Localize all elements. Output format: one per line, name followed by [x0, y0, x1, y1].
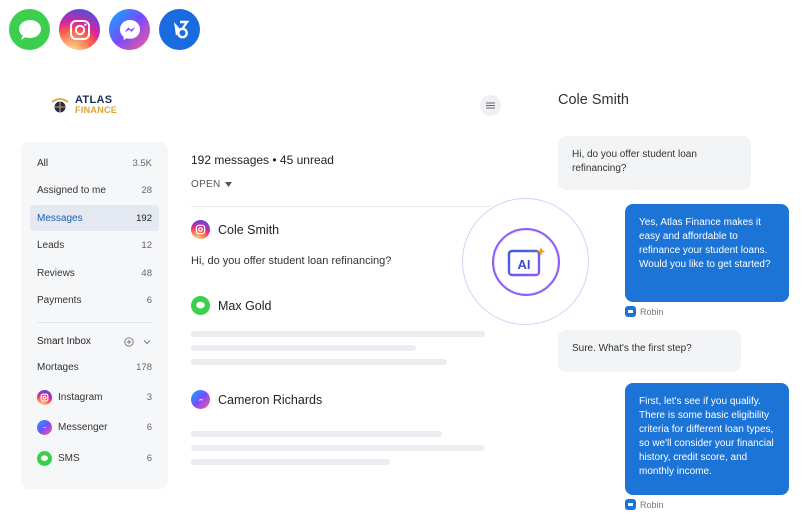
sidebar-item-count: 6	[146, 422, 152, 434]
sidebar-item-reviews[interactable]: Reviews 48	[30, 260, 159, 286]
menu-button[interactable]	[480, 95, 501, 116]
status-filter-dropdown[interactable]: OPEN	[191, 179, 491, 190]
sidebar-item-count: 48	[141, 267, 152, 279]
chat-message-outgoing: Yes, Atlas Finance makes it easy and aff…	[625, 204, 789, 302]
chat-message-incoming: Sure. What's the first step?	[558, 330, 741, 372]
sidebar-item-count: 3.5K	[132, 157, 152, 169]
sender-name: Robin	[640, 306, 664, 317]
sidebar-item-mortages[interactable]: Mortages 178	[30, 355, 159, 381]
sidebar-item-all[interactable]: All 3.5K	[30, 150, 159, 176]
logo-line-1: ATLAS	[75, 94, 113, 106]
sidebar-item-messages[interactable]: Messages 192	[30, 205, 159, 232]
agent-badge-icon	[625, 499, 636, 510]
skeleton-line	[191, 359, 447, 365]
instagram-icon	[37, 389, 52, 405]
sidebar-item-label: SMS	[58, 452, 80, 464]
sidebar-item-count: 192	[136, 212, 152, 224]
sidebar-item-label: Reviews	[37, 267, 75, 279]
sidebar-item-leads[interactable]: Leads 12	[30, 233, 159, 259]
sidebar-item-messenger[interactable]: Messenger 6	[30, 413, 159, 442]
chat-message-outgoing: First, let's see if you qualify. There i…	[625, 383, 789, 495]
hamburger-icon	[486, 102, 495, 109]
skeleton-line	[191, 431, 442, 437]
chevron-down-icon[interactable]	[142, 337, 152, 347]
smart-inbox-label: Smart Inbox	[37, 336, 91, 348]
conversation-name: Cameron Richards	[218, 392, 323, 407]
message-summary: 192 messages • 45 unread	[191, 153, 334, 167]
instagram-icon	[191, 220, 210, 239]
ai-assistant-badge: AI	[462, 198, 589, 325]
sidebar-item-assigned[interactable]: Assigned to me 28	[30, 178, 159, 204]
messenger-icon[interactable]	[109, 9, 150, 50]
sidebar-item-label: Messages	[37, 212, 83, 224]
status-filter-label: OPEN	[191, 179, 221, 190]
conversation-name: Max Gold	[218, 298, 272, 313]
message-sender: Robin	[625, 499, 664, 510]
sidebar: All 3.5K Assigned to me 28 Messages 192 …	[21, 142, 168, 489]
sidebar-item-label: Instagram	[58, 391, 103, 403]
sms-icon	[191, 296, 210, 315]
smart-inbox-header: Smart Inbox	[30, 329, 159, 355]
bluebird-icon[interactable]	[159, 9, 200, 50]
sidebar-item-label: All	[37, 157, 49, 169]
conversation-name: Cole Smith	[218, 222, 280, 237]
sidebar-divider	[37, 321, 152, 323]
sidebar-item-count: 28	[141, 185, 152, 197]
sidebar-item-count: 6	[146, 452, 152, 464]
inbox-header: 192 messages • 45 unread OPEN	[191, 150, 491, 190]
message-sender: Robin	[625, 306, 664, 317]
atlas-globe-icon	[51, 98, 69, 113]
skeleton-line	[191, 445, 485, 451]
inbox-divider	[191, 206, 491, 207]
atlas-finance-logo: ATLAS FINANCE	[50, 95, 117, 115]
agent-badge-icon	[625, 306, 636, 317]
sidebar-item-count: 3	[146, 391, 152, 403]
sidebar-item-count: 12	[141, 240, 152, 252]
instagram-icon[interactable]	[59, 9, 100, 50]
sidebar-item-label: Mortages	[37, 362, 79, 374]
ai-chip-icon: AI	[507, 246, 545, 276]
sidebar-item-label: Assigned to me	[37, 185, 106, 197]
add-circle-icon[interactable]	[124, 337, 134, 347]
sidebar-item-label: Leads	[37, 240, 65, 252]
skeleton-line	[191, 345, 416, 351]
messages-icon[interactable]	[9, 9, 50, 50]
sidebar-item-sms[interactable]: SMS 6	[30, 444, 159, 473]
chat-message-incoming: Hi, do you offer student loan refinancin…	[558, 136, 751, 190]
sidebar-item-count: 178	[136, 362, 152, 374]
messenger-icon	[37, 420, 52, 436]
app-icons-row	[9, 9, 200, 50]
sidebar-item-label: Payments	[37, 295, 82, 307]
messenger-icon	[191, 390, 210, 409]
skeleton-line	[191, 331, 485, 337]
conversation-item-max-gold[interactable]: Max Gold	[191, 296, 491, 365]
conversation-item-cole-smith[interactable]: Cole Smith Hi, do you offer student loan…	[191, 220, 491, 267]
sidebar-item-count: 6	[146, 295, 152, 307]
conversation-preview: Hi, do you offer student loan refinancin…	[191, 255, 392, 267]
chat-contact-name: Cole Smith	[558, 92, 629, 108]
ai-label: AI	[517, 257, 530, 272]
sidebar-item-payments[interactable]: Payments 6	[30, 288, 159, 314]
logo-line-2: FINANCE	[75, 105, 118, 115]
sidebar-item-label: Messenger	[58, 422, 108, 434]
sender-name: Robin	[640, 499, 664, 510]
sidebar-item-instagram[interactable]: Instagram 3	[30, 383, 159, 412]
skeleton-line	[191, 459, 390, 465]
sms-icon	[37, 450, 52, 466]
conversation-item-cameron-richards[interactable]: Cameron Richards	[191, 390, 491, 465]
caret-down-icon	[224, 182, 232, 187]
